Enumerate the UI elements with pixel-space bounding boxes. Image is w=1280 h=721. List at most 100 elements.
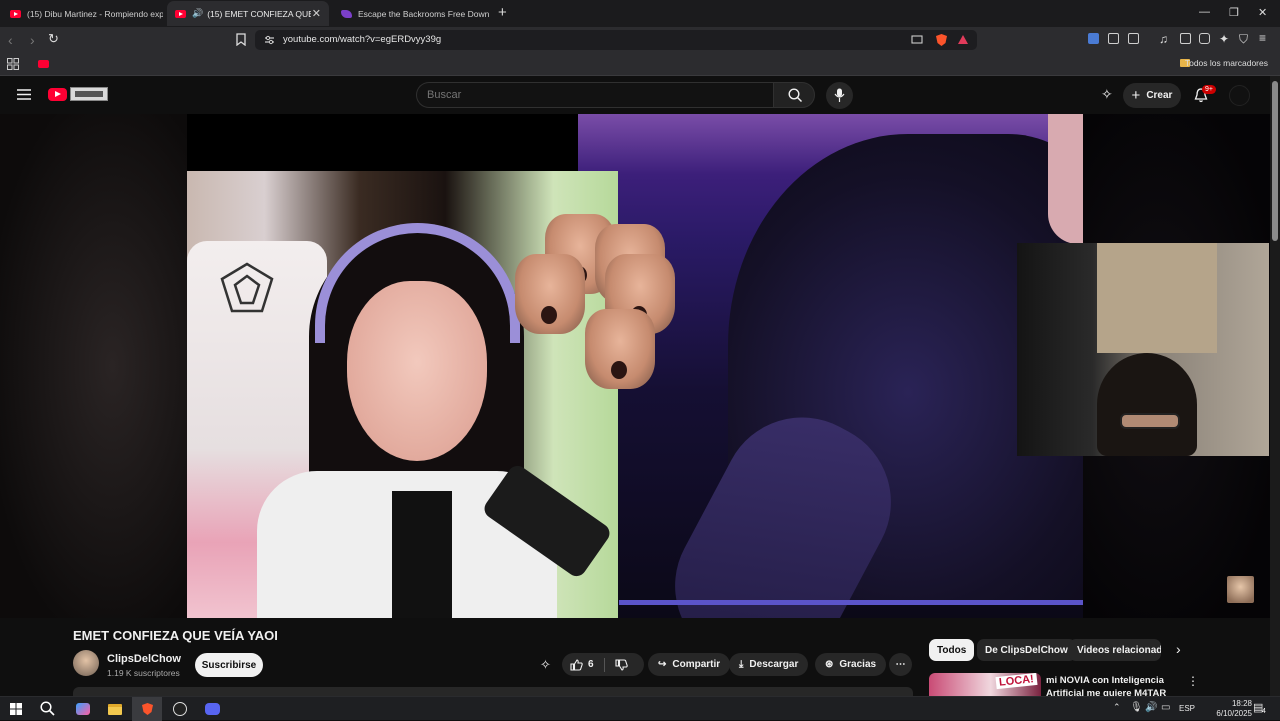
recommended-thumbnail[interactable]: LOCA! (929, 673, 1041, 696)
search-box[interactable] (416, 82, 774, 108)
tab-emet-confieza[interactable]: 🔊 (15) EMET CONFIEZA QUE VE ✕ (167, 1, 329, 26)
microphone-icon (834, 88, 845, 102)
shorts-remix-icon[interactable]: ✧ (1101, 86, 1113, 103)
windows-start-icon[interactable] (10, 703, 22, 715)
plus-icon: + (1131, 87, 1141, 104)
close-window-icon[interactable]: ✕ (1258, 6, 1267, 19)
youtube-bookmark-icon[interactable] (38, 60, 49, 68)
reload-icon[interactable]: ↻ (48, 31, 59, 47)
obs-icon[interactable] (169, 700, 191, 718)
chip-videos-relacionados[interactable]: Videos relacionados (1069, 639, 1161, 661)
video-player[interactable] (0, 114, 1270, 618)
sidebar-icon[interactable] (1180, 33, 1191, 44)
recommended-title[interactable]: mi NOVIA con Inteligencia Artificial me … (1046, 674, 1174, 696)
forward-icon[interactable]: › (30, 32, 35, 48)
search-icon (788, 88, 803, 103)
bookmark-icon[interactable] (236, 33, 246, 46)
youtube-header: ✧ + Crear 9+ (0, 76, 1270, 114)
screenshot-icon[interactable] (1128, 33, 1139, 44)
microphone-icon[interactable]: 🎙 (1130, 702, 1143, 713)
language-indicator[interactable]: ESP (1179, 704, 1195, 713)
tab-escape-backrooms[interactable]: Escape the Backrooms Free Downloa (331, 1, 489, 26)
youtube-logo-icon[interactable] (48, 88, 67, 101)
account-avatar[interactable] (1229, 85, 1250, 106)
subscribe-button[interactable]: Suscribirse (195, 653, 263, 677)
player-ambient-left (0, 114, 187, 618)
share-button[interactable]: ↪ Compartir (648, 653, 731, 676)
video-title: EMET CONFIEZA QUE VEÍA YAOI (73, 628, 278, 643)
channel-avatar[interactable] (73, 650, 99, 676)
network-icon[interactable]: ▭ (1161, 702, 1170, 713)
brave-rewards-icon[interactable] (957, 34, 969, 45)
notification-count-badge: 4 (1262, 708, 1266, 715)
like-button[interactable]: 6 (570, 658, 594, 671)
chip-todos[interactable]: Todos (929, 639, 975, 661)
more-actions-button[interactable]: ⋯ (889, 653, 912, 676)
webcam-head (1097, 353, 1197, 456)
discord-icon[interactable] (201, 700, 223, 718)
more-horizontal-icon: ⋯ (895, 659, 906, 670)
menu-icon[interactable]: ≡ (1259, 31, 1266, 45)
video-shirt (392, 491, 452, 618)
apps-grid-icon[interactable] (7, 58, 19, 70)
channel-watermark[interactable] (1227, 576, 1254, 603)
clock[interactable]: 18:28 6/10/2025 (1216, 699, 1252, 719)
brave-shields-icon[interactable] (935, 33, 948, 47)
thumbs-up-icon (570, 658, 583, 671)
youtube-favicon-icon (175, 9, 186, 18)
video-frame-webcam (1017, 243, 1269, 456)
music-icon[interactable]: ♫ (1159, 32, 1168, 46)
new-tab-button[interactable]: + (498, 4, 507, 21)
scrollbar-thumb[interactable] (1272, 81, 1278, 241)
file-explorer-icon[interactable] (104, 700, 126, 718)
widgets-icon[interactable] (72, 700, 94, 718)
url-bar[interactable]: youtube.com/watch?v=egERDvyy39g (255, 30, 977, 50)
address-toolbar: ‹ › ↻ youtube.com/watch?v=egERDvyy39g ♫ … (0, 27, 1280, 52)
volume-icon[interactable]: 🔊 (1145, 702, 1157, 713)
minimize-icon[interactable]: — (1199, 6, 1210, 18)
vpn-shield-icon[interactable]: ⛉ (1239, 32, 1248, 47)
tab-title: Escape the Backrooms Free Downloa (358, 8, 489, 19)
wallet-icon[interactable] (1199, 33, 1210, 44)
headphone-band (315, 223, 520, 343)
tab-dibu-martinez[interactable]: (15) Dibu Martinez - Rompiendo exp (0, 1, 163, 26)
search-icon[interactable] (40, 701, 55, 716)
hamburger-menu-icon[interactable] (17, 89, 31, 100)
speaker-icon[interactable]: 🔊 (192, 8, 203, 19)
brave-browser-icon[interactable] (136, 700, 158, 718)
thanks-button[interactable]: ⊛ Gracias (815, 653, 887, 676)
share-label: Compartir (672, 659, 721, 670)
search-button[interactable] (773, 82, 815, 108)
site-favicon-icon (341, 9, 352, 18)
bookmarks-bar: Todos los marcadores (0, 52, 1280, 76)
page-scrollbar[interactable] (1270, 76, 1280, 696)
meme-face (585, 309, 655, 389)
site-settings-icon[interactable] (264, 35, 275, 45)
back-icon[interactable]: ‹ (8, 32, 13, 48)
channel-name[interactable]: ClipsDelChow (107, 653, 181, 665)
description-box[interactable] (73, 687, 913, 696)
ai-sparkle-icon[interactable]: ✧ (540, 657, 551, 673)
extensions-icon[interactable] (1108, 33, 1119, 44)
chevron-right-icon[interactable]: › (1176, 641, 1181, 657)
restore-icon[interactable]: ❐ (1229, 6, 1239, 19)
chip-de-clipsdelchow[interactable]: De ClipsDelChow (977, 639, 1076, 661)
translate-icon[interactable] (1088, 33, 1099, 44)
clock-time: 18:28 (1231, 699, 1252, 708)
video-face-peek (1048, 114, 1083, 244)
all-bookmarks-label[interactable]: Todos los marcadores (1185, 58, 1268, 68)
chevron-up-icon[interactable]: ⌃ (1113, 702, 1121, 713)
thumbs-down-icon[interactable] (615, 658, 628, 671)
download-icon: ⤓ (739, 659, 744, 670)
close-tab-icon[interactable]: ✕ (312, 7, 321, 20)
download-button[interactable]: ⤓ Descargar (729, 653, 809, 676)
voice-search-button[interactable] (826, 82, 853, 109)
clock-date: 6/10/2025 (1216, 709, 1252, 718)
search-input[interactable] (427, 89, 757, 101)
doodle-logo[interactable] (70, 87, 108, 101)
more-vertical-icon[interactable]: ⋮ (1187, 674, 1199, 688)
create-button[interactable]: + Crear (1123, 83, 1181, 108)
chair-logo-icon (220, 262, 274, 313)
leo-ai-icon[interactable]: ✦ (1219, 32, 1229, 46)
cast-icon[interactable] (911, 35, 923, 45)
